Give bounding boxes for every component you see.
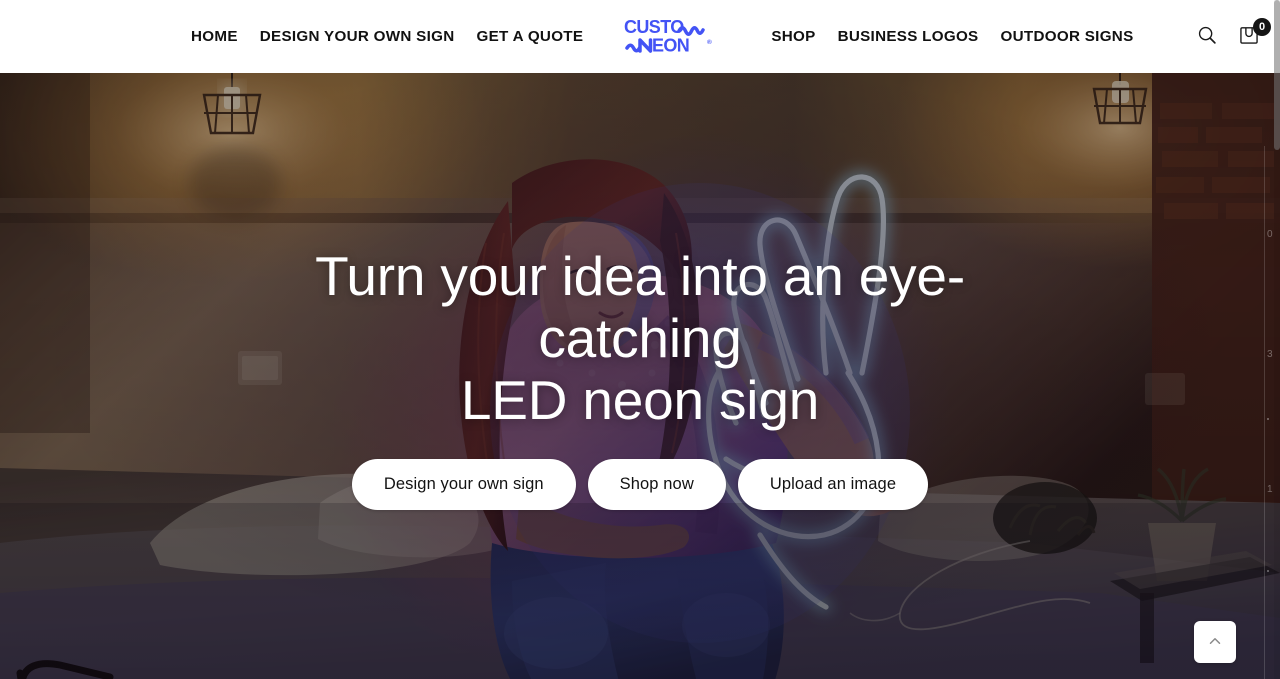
nav-home[interactable]: HOME xyxy=(191,28,238,45)
hero-section: Turn your idea into an eye-catching LED … xyxy=(0,73,1280,679)
svg-text:EON: EON xyxy=(652,35,689,55)
scrollbar-thumb[interactable] xyxy=(1274,0,1280,150)
nav-business-logos[interactable]: BUSINESS LOGOS xyxy=(838,28,979,45)
cart-count-badge: 0 xyxy=(1253,17,1271,36)
cart-button[interactable]: 0 xyxy=(1236,17,1271,50)
shop-now-button[interactable]: Shop now xyxy=(587,459,726,510)
hero-title: Turn your idea into an eye-catching LED … xyxy=(290,245,990,431)
nav-outdoor-signs[interactable]: OUTDOOR SIGNS xyxy=(1001,28,1134,45)
svg-text:®: ® xyxy=(707,38,712,46)
page-scrollbar[interactable] xyxy=(1274,0,1280,679)
design-your-own-sign-button[interactable]: Design your own sign xyxy=(351,459,576,510)
main-navigation: HOME DESIGN YOUR OWN SIGN GET A QUOTE CU… xyxy=(191,15,1134,59)
upload-an-image-button[interactable]: Upload an image xyxy=(737,459,929,510)
hero-content: Turn your idea into an eye-catching LED … xyxy=(0,73,1280,679)
nav-get-a-quote[interactable]: GET A QUOTE xyxy=(477,28,584,45)
nav-design-your-own-sign[interactable]: DESIGN YOUR OWN SIGN xyxy=(260,28,455,45)
chevron-up-icon xyxy=(1206,632,1224,653)
nav-shop[interactable]: SHOP xyxy=(771,28,815,45)
hero-title-line-2: LED neon sign xyxy=(460,369,820,431)
search-button[interactable] xyxy=(1194,24,1220,50)
header-actions: 0 xyxy=(1194,0,1271,73)
svg-text:CUSTO: CUSTO xyxy=(624,17,684,37)
site-header: HOME DESIGN YOUR OWN SIGN GET A QUOTE CU… xyxy=(0,0,1280,73)
scroll-to-top-button[interactable] xyxy=(1194,621,1236,663)
hero-cta-group: Design your own sign Shop now Upload an … xyxy=(351,459,929,510)
search-icon xyxy=(1196,24,1218,49)
page-root: HOME DESIGN YOUR OWN SIGN GET A QUOTE CU… xyxy=(0,0,1280,679)
site-logo[interactable]: CUSTO EON ® xyxy=(623,15,731,59)
hero-title-line-1: Turn your idea into an eye-catching xyxy=(315,245,965,369)
